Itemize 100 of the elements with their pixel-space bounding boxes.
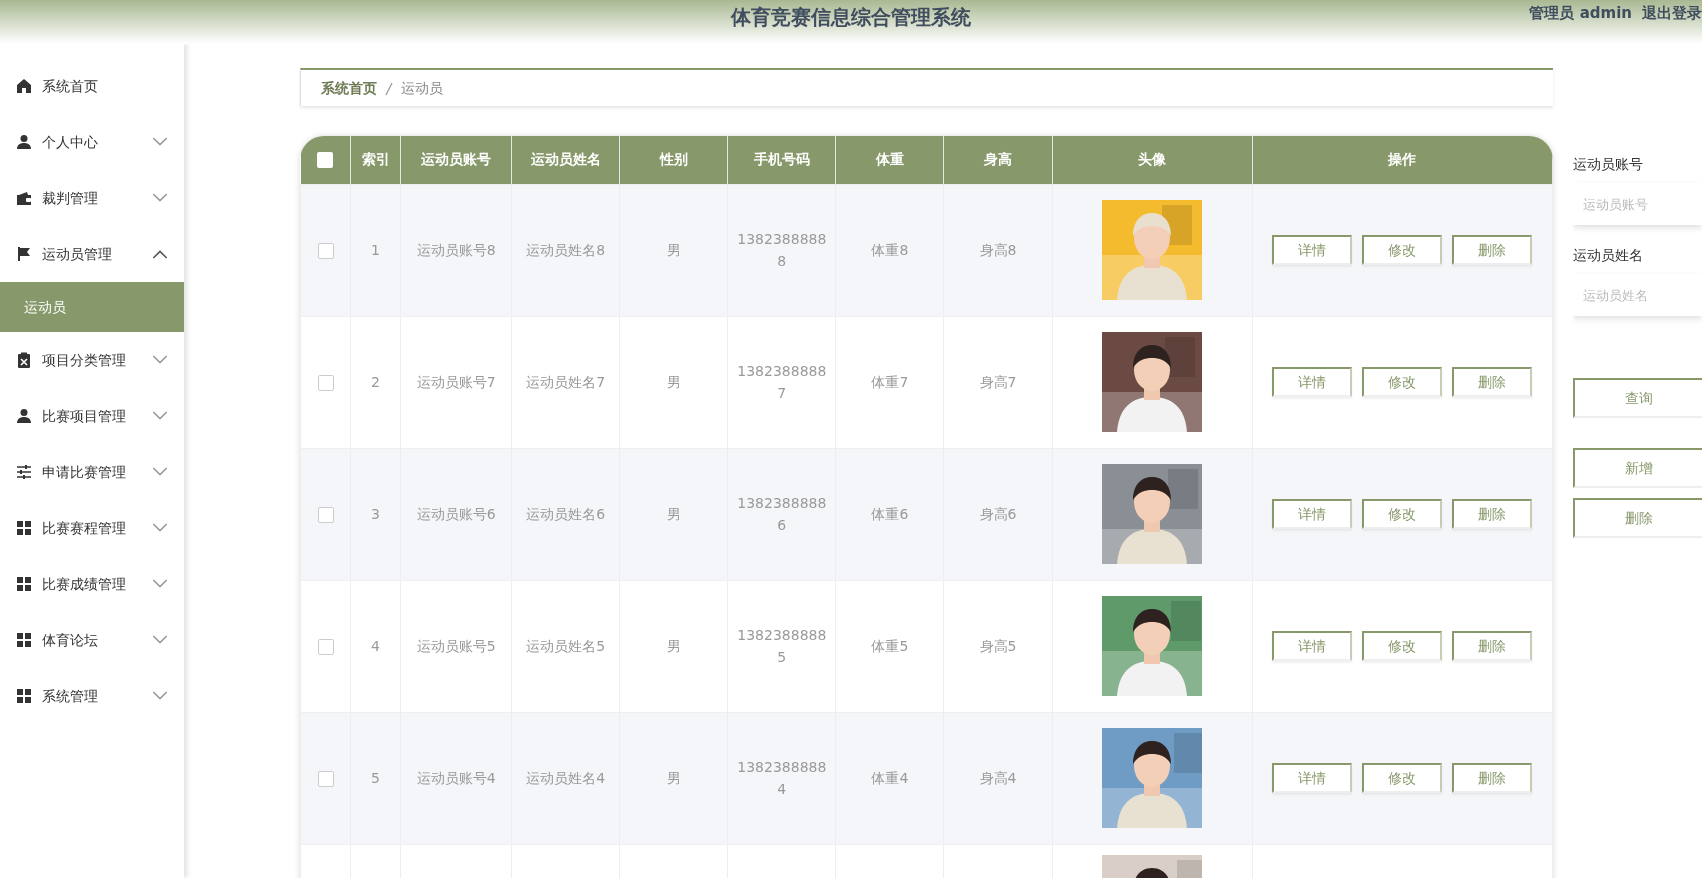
table-cell: 身高6 bbox=[979, 505, 1017, 522]
table-cell: 运动员账号4 bbox=[416, 769, 496, 786]
row-checkbox[interactable] bbox=[317, 770, 334, 787]
sidebar-item[interactable]: 裁判管理 bbox=[0, 170, 184, 226]
detail-button[interactable]: 详情 bbox=[1272, 367, 1353, 397]
person-icon bbox=[16, 408, 32, 424]
add-button[interactable]: 新增 bbox=[1573, 448, 1702, 488]
detail-button[interactable]: 详情 bbox=[1272, 763, 1353, 793]
table-cell-text: 13823888886 bbox=[736, 494, 828, 535]
sidebar-item[interactable]: 系统管理 bbox=[0, 668, 184, 724]
grid-icon bbox=[16, 632, 32, 648]
delete-button[interactable]: 删除 bbox=[1452, 367, 1533, 397]
table-cell: 4 bbox=[371, 637, 380, 654]
column-header: 性别 bbox=[659, 151, 688, 168]
delete-button[interactable]: 删除 bbox=[1452, 499, 1533, 529]
table-cell: 运动员姓名4 bbox=[526, 769, 606, 786]
row-checkbox[interactable] bbox=[317, 506, 334, 523]
table-cell-text: 13823888888 bbox=[736, 230, 828, 271]
delete-button[interactable]: 删除 bbox=[1452, 631, 1533, 661]
table-cell: 身高5 bbox=[979, 637, 1017, 654]
edit-button[interactable]: 修改 bbox=[1362, 235, 1443, 265]
table-cell: 运动员账号8 bbox=[416, 241, 496, 258]
row-checkbox[interactable] bbox=[317, 638, 334, 655]
flag-icon bbox=[16, 246, 32, 262]
sidebar-subitem[interactable]: 运动员 bbox=[0, 282, 184, 332]
field-label: 运动员姓名 bbox=[1573, 246, 1644, 265]
table-cell: 运动员姓名7 bbox=[526, 373, 606, 390]
search-button[interactable]: 查询 bbox=[1573, 378, 1702, 418]
column-header: 索引 bbox=[361, 151, 390, 168]
logout-link[interactable]: 退出登录 bbox=[1642, 1, 1702, 25]
edit-button[interactable]: 修改 bbox=[1362, 631, 1443, 661]
grid-icon bbox=[16, 688, 32, 704]
select-all-checkbox[interactable] bbox=[317, 152, 334, 169]
table-cell: 男 bbox=[666, 241, 681, 258]
table-cell: 2 bbox=[371, 373, 380, 390]
table-cell-text: 13823888884 bbox=[736, 758, 828, 799]
breadcrumb-link[interactable]: 系统首页 bbox=[321, 77, 377, 99]
table-cell: 5 bbox=[371, 769, 380, 786]
table-cell: 1 bbox=[371, 241, 380, 258]
table-cell: 体重8 bbox=[871, 241, 909, 258]
table-cell-text: 13823888887 bbox=[736, 362, 828, 403]
edit-button[interactable]: 修改 bbox=[1362, 499, 1443, 529]
table-cell: 体重5 bbox=[871, 637, 909, 654]
column-header: 身高 bbox=[984, 151, 1012, 168]
sidebar-item[interactable]: 系统首页 bbox=[0, 58, 184, 114]
table-cell: 运动员账号5 bbox=[416, 637, 496, 654]
wallet-icon bbox=[16, 190, 32, 206]
sidebar-item[interactable]: 个人中心 bbox=[0, 114, 184, 170]
table-cell: 男 bbox=[666, 505, 681, 522]
edit-button[interactable]: 修改 bbox=[1362, 763, 1443, 793]
home-icon bbox=[16, 78, 32, 94]
table-cell: 体重7 bbox=[871, 373, 909, 390]
table-cell: 运动员姓名6 bbox=[526, 505, 606, 522]
delete-button[interactable]: 删除 bbox=[1452, 235, 1533, 265]
sidebar-item[interactable]: 项目分类管理 bbox=[0, 332, 184, 388]
column-header: 运动员姓名 bbox=[530, 151, 601, 168]
table-cell: 男 bbox=[666, 373, 681, 390]
app-title: 体育竞赛信息综合管理系统 bbox=[731, 4, 971, 31]
table-cell: 3 bbox=[371, 505, 380, 522]
column-header: 运动员账号 bbox=[421, 151, 492, 168]
table-cell: 运动员姓名8 bbox=[526, 241, 606, 258]
search-field[interactable]: 运动员姓名 bbox=[1573, 274, 1702, 316]
grid-icon bbox=[16, 576, 32, 592]
table-cell: 体重6 bbox=[871, 505, 909, 522]
user-name: 管理员 admin bbox=[1529, 2, 1632, 24]
table-cell: 身高7 bbox=[979, 373, 1017, 390]
table-cell-text: 13823888885 bbox=[736, 626, 828, 667]
table-cell: 运动员姓名5 bbox=[526, 637, 606, 654]
search-field[interactable]: 运动员账号 bbox=[1573, 183, 1702, 225]
table-cell: 男 bbox=[666, 769, 681, 786]
delete-button[interactable]: 删除 bbox=[1573, 498, 1702, 538]
row-checkbox[interactable] bbox=[317, 374, 334, 391]
sidebar-item[interactable]: 申请比赛管理 bbox=[0, 444, 184, 500]
edit-button[interactable]: 修改 bbox=[1362, 367, 1443, 397]
grid-icon bbox=[16, 520, 32, 536]
table-cell: 运动员账号7 bbox=[416, 373, 496, 390]
detail-button[interactable]: 详情 bbox=[1272, 235, 1353, 265]
table-cell: 男 bbox=[666, 637, 681, 654]
person-icon bbox=[16, 134, 32, 150]
table-cell: 体重4 bbox=[871, 769, 909, 786]
detail-button[interactable]: 详情 bbox=[1272, 499, 1353, 529]
row-checkbox[interactable] bbox=[317, 242, 334, 259]
table-cell: 运动员账号6 bbox=[416, 505, 496, 522]
delete-button[interactable]: 删除 bbox=[1452, 763, 1533, 793]
sidebar-item[interactable]: 体育论坛 bbox=[0, 612, 184, 668]
sidebar-item[interactable]: 比赛项目管理 bbox=[0, 388, 184, 444]
clipboard-icon bbox=[16, 352, 32, 368]
sidebar-item[interactable]: 比赛赛程管理 bbox=[0, 500, 184, 556]
sliders-icon bbox=[16, 464, 32, 480]
field-label: 运动员账号 bbox=[1573, 155, 1644, 174]
column-header: 体重 bbox=[875, 151, 904, 168]
sidebar-item[interactable]: 比赛成绩管理 bbox=[0, 556, 184, 612]
detail-button[interactable]: 详情 bbox=[1272, 631, 1353, 661]
column-header: 操作 bbox=[1388, 151, 1417, 168]
sidebar-item[interactable]: 运动员管理 bbox=[0, 226, 184, 282]
column-header: 手机号码 bbox=[753, 151, 810, 168]
table-cell: 身高4 bbox=[979, 769, 1017, 786]
breadcrumb-current: 运动员 bbox=[401, 78, 443, 98]
table-cell: 身高8 bbox=[979, 241, 1017, 258]
column-header: 头像 bbox=[1138, 151, 1167, 168]
